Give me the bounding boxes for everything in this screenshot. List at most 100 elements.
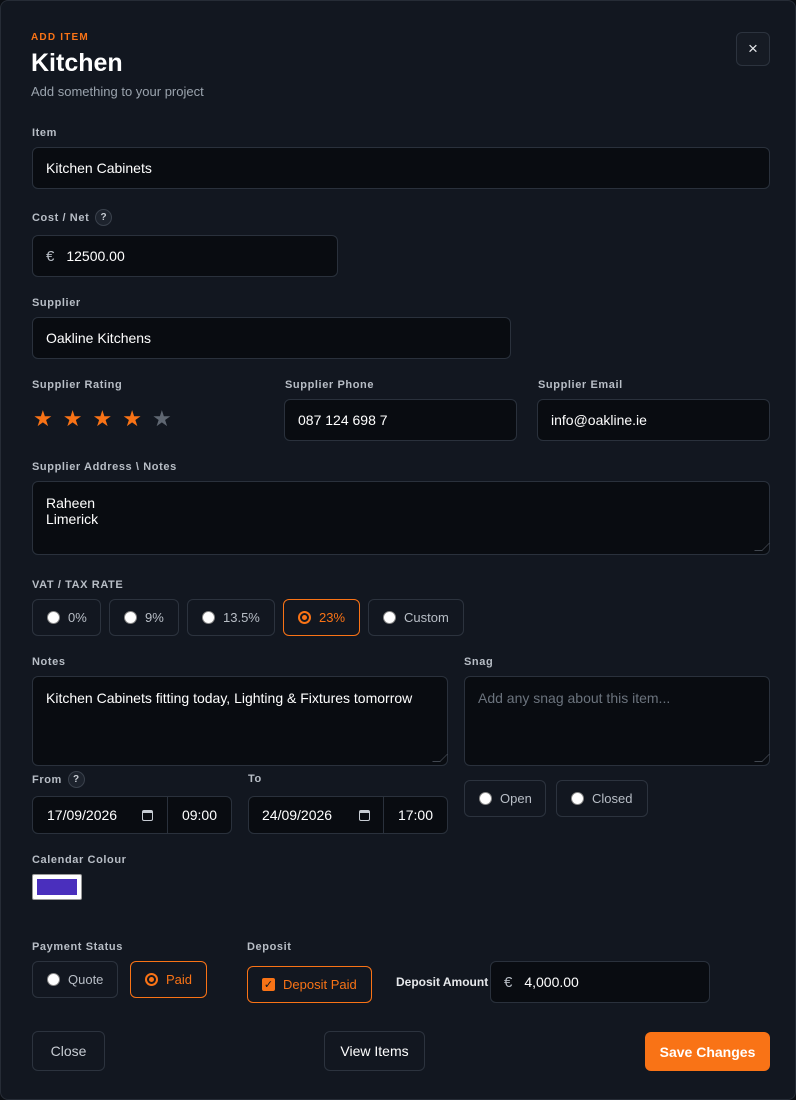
calendar-colour-label: Calendar Colour bbox=[32, 854, 127, 866]
phone-input[interactable]: 087 124 698 7 bbox=[284, 399, 517, 441]
notes-value: Kitchen Cabinets fitting today, Lighting… bbox=[46, 690, 413, 706]
vat-option-custom[interactable]: Custom bbox=[368, 599, 464, 636]
from-date-value: 17/09/2026 bbox=[47, 807, 118, 823]
to-time-input[interactable]: 17:00 bbox=[383, 796, 448, 834]
to-date-input[interactable]: 24/09/2026 bbox=[248, 796, 384, 834]
vat-option-13-5[interactable]: 13.5% bbox=[187, 599, 275, 636]
vat-option-label: 9% bbox=[145, 610, 164, 625]
address-textarea[interactable]: Raheen Limerick bbox=[32, 481, 770, 555]
deposit-amount-value: 4,000.00 bbox=[524, 974, 579, 990]
calendar-icon[interactable] bbox=[359, 809, 370, 821]
snag-closed-option[interactable]: Closed bbox=[556, 780, 648, 817]
snag-label: Snag bbox=[464, 656, 493, 668]
item-label-text: Item bbox=[32, 127, 58, 139]
supplier-label-text: Supplier bbox=[32, 297, 81, 309]
radio-icon bbox=[47, 611, 60, 624]
radio-icon bbox=[145, 973, 158, 986]
checkmark-icon: ✓ bbox=[262, 978, 275, 991]
address-value: Raheen Limerick bbox=[46, 495, 99, 527]
vat-option-23[interactable]: 23% bbox=[283, 599, 360, 636]
modal-eyebrow: ADD ITEM bbox=[31, 32, 89, 43]
notes-textarea[interactable]: Kitchen Cabinets fitting today, Lighting… bbox=[32, 676, 448, 766]
star-rating[interactable]: ★ ★ ★ ★ ★ bbox=[33, 408, 172, 430]
resize-handle-icon[interactable] bbox=[754, 543, 770, 551]
cost-help-icon[interactable]: ? bbox=[95, 209, 113, 226]
notes-label-text: Notes bbox=[32, 656, 66, 668]
close-icon[interactable]: × bbox=[736, 32, 770, 66]
calendar-colour-picker[interactable] bbox=[32, 874, 82, 900]
vat-option-9[interactable]: 9% bbox=[109, 599, 179, 636]
deposit-label: Deposit bbox=[247, 941, 292, 953]
cost-label: Cost / Net ? bbox=[32, 209, 113, 226]
snag-option-label: Closed bbox=[592, 791, 633, 806]
to-date-value: 24/09/2026 bbox=[262, 807, 333, 823]
from-label-text: From bbox=[32, 773, 62, 786]
supplier-input[interactable]: Oakline Kitchens bbox=[32, 317, 511, 359]
payment-status-label-text: Payment Status bbox=[32, 941, 123, 953]
resize-handle-icon[interactable] bbox=[432, 754, 448, 762]
snag-textarea[interactable]: Add any snag about this item... bbox=[464, 676, 770, 766]
radio-icon bbox=[383, 611, 396, 624]
phone-label: Supplier Phone bbox=[285, 379, 374, 391]
vat-option-label: 0% bbox=[68, 610, 87, 625]
star-icon[interactable]: ★ bbox=[122, 408, 142, 430]
star-icon[interactable]: ★ bbox=[152, 408, 172, 430]
vat-option-label: 23% bbox=[319, 610, 346, 625]
star-icon[interactable]: ★ bbox=[92, 408, 112, 430]
deposit-amount-label: Deposit Amount bbox=[396, 975, 489, 989]
view-items-button[interactable]: View Items bbox=[324, 1031, 425, 1071]
from-label: From ? bbox=[32, 771, 85, 788]
star-icon[interactable]: ★ bbox=[63, 408, 83, 430]
vat-label-text: VAT / TAX RATE bbox=[32, 579, 124, 591]
snag-label-text: Snag bbox=[464, 656, 494, 668]
star-icon[interactable]: ★ bbox=[33, 408, 53, 430]
radio-icon bbox=[298, 611, 311, 624]
payment-quote-option[interactable]: Quote bbox=[32, 961, 118, 998]
deposit-paid-checkbox[interactable]: ✓ Deposit Paid bbox=[247, 966, 372, 1003]
calendar-colour-label-text: Calendar Colour bbox=[32, 854, 127, 866]
radio-icon bbox=[124, 611, 137, 624]
address-label: Supplier Address \ Notes bbox=[32, 461, 177, 473]
deposit-label-text: Deposit bbox=[247, 941, 292, 953]
vat-option-label: Custom bbox=[404, 610, 449, 625]
from-time-input[interactable]: 09:00 bbox=[167, 796, 232, 834]
cost-input[interactable]: € 12500.00 bbox=[32, 235, 338, 277]
deposit-amount-input[interactable]: € 4,000.00 bbox=[490, 961, 710, 1003]
rating-label-text: Supplier Rating bbox=[32, 379, 123, 391]
euro-icon: € bbox=[46, 247, 55, 265]
notes-label: Notes bbox=[32, 656, 66, 668]
rating-label: Supplier Rating bbox=[32, 379, 122, 391]
radio-icon bbox=[571, 792, 584, 805]
to-label: To bbox=[248, 773, 262, 785]
radio-icon bbox=[479, 792, 492, 805]
snag-open-option[interactable]: Open bbox=[464, 780, 546, 817]
snag-option-label: Open bbox=[500, 791, 532, 806]
close-button[interactable]: Close bbox=[32, 1031, 105, 1071]
radio-icon bbox=[47, 973, 60, 986]
radio-icon bbox=[202, 611, 215, 624]
item-input[interactable]: Kitchen Cabinets bbox=[32, 147, 770, 189]
calendar-icon[interactable] bbox=[142, 809, 153, 821]
email-label-text: Supplier Email bbox=[538, 379, 623, 391]
vat-label: VAT / TAX RATE bbox=[32, 579, 123, 591]
payment-option-label: Quote bbox=[68, 972, 104, 987]
phone-label-text: Supplier Phone bbox=[285, 379, 375, 391]
address-label-text: Supplier Address \ Notes bbox=[32, 461, 177, 473]
to-label-text: To bbox=[248, 773, 262, 785]
item-label: Item bbox=[32, 127, 57, 139]
resize-handle-icon[interactable] bbox=[754, 754, 770, 762]
payment-status-label: Payment Status bbox=[32, 941, 123, 953]
colour-swatch bbox=[37, 879, 77, 895]
payment-option-label: Paid bbox=[166, 972, 193, 987]
vat-option-0[interactable]: 0% bbox=[32, 599, 101, 636]
euro-icon: € bbox=[504, 973, 513, 991]
snag-placeholder: Add any snag about this item... bbox=[478, 690, 671, 706]
vat-option-label: 13.5% bbox=[223, 610, 260, 625]
from-help-icon[interactable]: ? bbox=[67, 771, 85, 788]
save-changes-button[interactable]: Save Changes bbox=[645, 1032, 770, 1071]
email-input[interactable]: info@oakline.ie bbox=[537, 399, 770, 441]
payment-paid-option[interactable]: Paid bbox=[130, 961, 207, 998]
from-date-input[interactable]: 17/09/2026 bbox=[32, 796, 168, 834]
email-label: Supplier Email bbox=[538, 379, 623, 391]
cost-label-text: Cost / Net bbox=[32, 211, 90, 224]
